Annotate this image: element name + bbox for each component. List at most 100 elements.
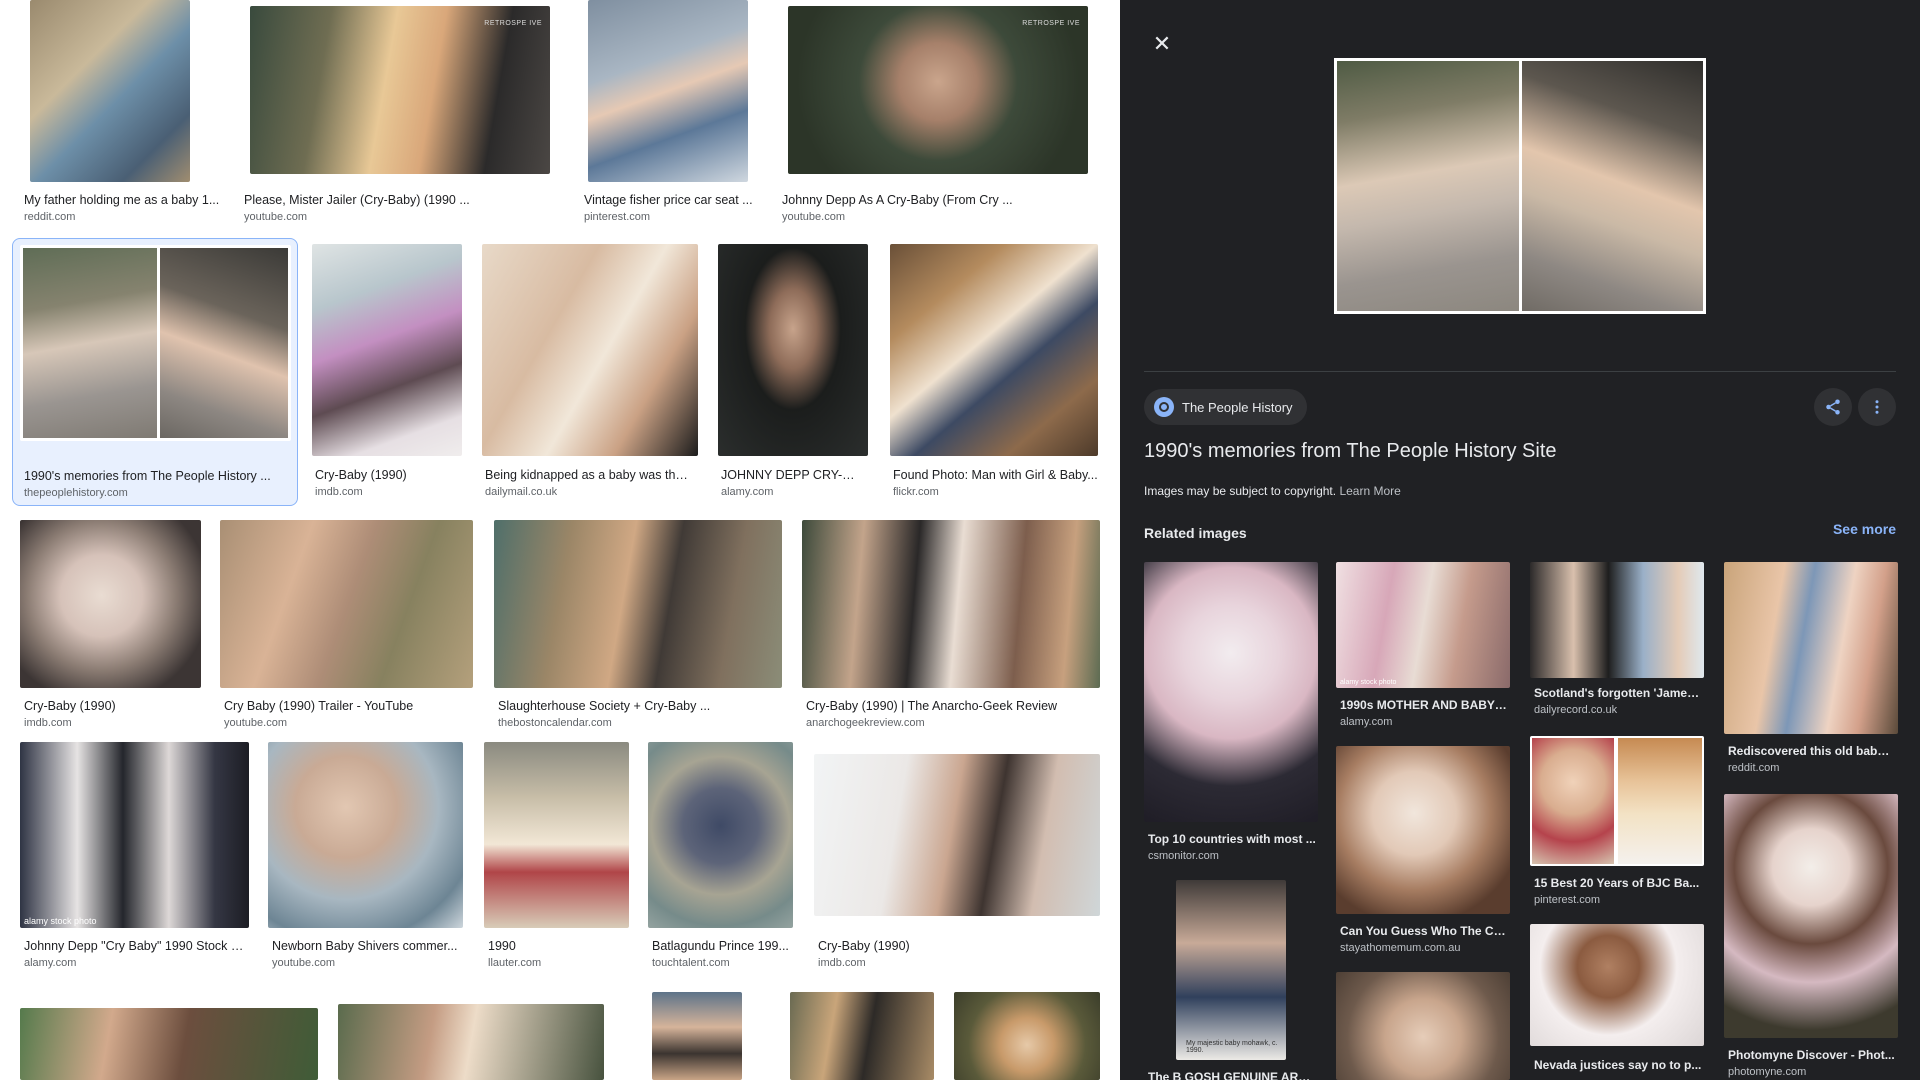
related-image[interactable]: My majestic baby mohawk, c. 1990. — [1176, 880, 1286, 1060]
related-image[interactable] — [1724, 794, 1898, 1038]
related-image[interactable] — [1530, 924, 1704, 1046]
result-card[interactable]: Vintage fisher price car seat ... pinter… — [578, 0, 758, 228]
result-caption[interactable]: Johnny Depp As A Cry-Baby (From Cry ... — [782, 192, 1082, 208]
related-caption[interactable]: Nevada justices say no to p... — [1534, 1058, 1702, 1072]
result-card[interactable]: Being kidnapped as a baby was the ... da… — [476, 238, 706, 506]
watermark: alamy stock photo — [1340, 679, 1397, 686]
related-image[interactable] — [1336, 746, 1510, 914]
result-caption[interactable]: Cry-Baby (1990) — [24, 698, 204, 714]
source-site-chip[interactable]: The People History — [1144, 389, 1307, 425]
result-thumbnail[interactable] — [482, 244, 698, 456]
result-caption[interactable]: 1990's memories from The People History … — [24, 468, 290, 484]
result-caption[interactable]: Please, Mister Jailer (Cry-Baby) (1990 .… — [244, 192, 544, 208]
source-site-name: The People History — [1182, 399, 1293, 415]
related-image-card[interactable]: alamy stock photo 1990s MOTHER AND BABY … — [1336, 562, 1510, 732]
related-image-card[interactable]: Rediscovered this old baby ... reddit.co… — [1724, 562, 1898, 782]
result-card[interactable]: Slaughterhouse Society + Cry-Baby ... th… — [488, 512, 788, 729]
result-card[interactable]: JOHNNY DEPP CRY-BA... alamy.com — [712, 238, 874, 506]
result-card[interactable]: RETROSPE IVE Please, Mister Jailer (Cry-… — [238, 0, 558, 228]
result-caption[interactable]: Cry Baby (1990) Trailer - YouTube — [224, 698, 474, 714]
result-thumbnail[interactable]: RETROSPE IVE — [250, 6, 550, 174]
result-caption[interactable]: Batlagundu Prince 199... — [652, 938, 794, 954]
related-image[interactable] — [1530, 736, 1704, 866]
result-caption[interactable]: Newborn Baby Shivers commer... — [272, 938, 468, 954]
learn-more-link[interactable]: Learn More — [1339, 484, 1400, 498]
related-caption[interactable]: 1990s MOTHER AND BABY ... — [1340, 698, 1508, 712]
result-card[interactable]: Cry-Baby (1990) imdb.com — [306, 238, 466, 506]
related-image[interactable] — [1144, 562, 1318, 822]
result-thumbnail[interactable] — [648, 742, 793, 928]
result-card[interactable]: Cry-Baby (1990) imdb.com — [14, 512, 208, 729]
related-image-card[interactable]: Can You Guess Who The Cel... stayathomem… — [1336, 746, 1510, 960]
related-caption[interactable]: Can You Guess Who The Cel... — [1340, 924, 1508, 938]
close-icon[interactable]: ✕ — [1150, 32, 1174, 56]
related-image[interactable]: alamy stock photo — [1336, 562, 1510, 688]
result-thumbnail[interactable] — [20, 520, 201, 688]
related-image[interactable] — [1530, 562, 1704, 678]
result-card[interactable]: RETROSPE IVE Johnny Depp As A Cry-Baby (… — [776, 0, 1102, 228]
result-thumbnail[interactable] — [338, 1004, 604, 1080]
result-card[interactable]: Batlagundu Prince 199... touchtalent.com — [642, 736, 800, 972]
see-more-link[interactable]: See more — [1833, 521, 1896, 537]
preview-image[interactable] — [1334, 58, 1706, 314]
result-thumbnail[interactable] — [268, 742, 463, 928]
related-image-card[interactable]: 15 Best 20 Years of BJC Ba... pinterest.… — [1530, 736, 1704, 908]
result-card[interactable]: Found Photo: Man with Girl & Baby... fli… — [884, 238, 1110, 506]
result-thumbnail[interactable] — [790, 992, 934, 1080]
image-title[interactable]: 1990's memories from The People History … — [1144, 440, 1557, 463]
result-thumbnail[interactable] — [890, 244, 1098, 456]
result-caption[interactable]: Cry-Baby (1990) | The Anarcho-Geek Revie… — [806, 698, 1102, 714]
related-caption[interactable]: Rediscovered this old baby ... — [1728, 744, 1896, 758]
result-thumbnail[interactable] — [494, 520, 782, 688]
result-thumbnail[interactable] — [20, 1008, 318, 1080]
result-thumbnail[interactable] — [312, 244, 462, 456]
result-caption[interactable]: Vintage fisher price car seat ... — [584, 192, 756, 208]
result-thumbnail[interactable] — [802, 520, 1100, 688]
result-caption[interactable]: Slaughterhouse Society + Cry-Baby ... — [498, 698, 782, 714]
result-thumbnail[interactable] — [220, 520, 473, 688]
result-card[interactable]: My father holding me as a baby 1... redd… — [18, 0, 220, 228]
result-thumbnail[interactable] — [484, 742, 629, 928]
related-image-card[interactable]: Photomyne Discover - Phot... photomyne.c… — [1724, 794, 1898, 1080]
result-caption[interactable]: Being kidnapped as a baby was the ... — [485, 467, 691, 483]
result-card[interactable]: Cry-Baby (1990) | The Anarcho-Geek Revie… — [796, 512, 1108, 729]
result-thumbnail[interactable] — [814, 754, 1100, 916]
related-caption[interactable]: 15 Best 20 Years of BJC Ba... — [1534, 876, 1702, 890]
result-caption[interactable]: Cry-Baby (1990) — [315, 467, 465, 483]
result-card[interactable]: Cry Baby (1990) Trailer - YouTube youtub… — [214, 512, 478, 729]
related-image[interactable] — [1336, 972, 1510, 1080]
related-image-card[interactable]: Scotland's forgotten 'James... dailyreco… — [1530, 562, 1704, 732]
related-image-card[interactable]: My majestic baby mohawk, c. 1990. The B … — [1144, 880, 1318, 1080]
result-thumbnail[interactable] — [718, 244, 868, 456]
result-caption[interactable]: My father holding me as a baby 1... — [24, 192, 220, 208]
result-card[interactable]: 1990 llauter.com — [478, 736, 634, 972]
related-caption[interactable]: The B GOSH GENUINE ARTI... — [1148, 1070, 1316, 1080]
result-thumbnail[interactable] — [588, 0, 748, 182]
result-card[interactable]: Cry-Baby (1990) imdb.com — [808, 736, 1108, 972]
related-image-card[interactable]: Top 10 countries with most ... csmonitor… — [1144, 562, 1318, 862]
related-image[interactable] — [1724, 562, 1898, 734]
result-card-selected[interactable]: 1990's memories from The People History … — [12, 238, 298, 506]
result-card[interactable]: Newborn Baby Shivers commer... youtube.c… — [262, 736, 470, 972]
result-thumbnail[interactable] — [30, 0, 190, 182]
globe-icon — [1154, 397, 1174, 417]
more-options-button[interactable] — [1858, 388, 1896, 426]
result-thumbnail[interactable] — [954, 992, 1100, 1080]
related-caption[interactable]: Top 10 countries with most ... — [1148, 832, 1316, 846]
related-caption[interactable]: Scotland's forgotten 'James... — [1534, 686, 1702, 700]
result-thumbnail[interactable] — [652, 992, 742, 1080]
result-thumbnail[interactable]: alamy stock photo — [20, 742, 249, 928]
related-image-card[interactable] — [1336, 972, 1510, 1080]
result-card[interactable]: alamy stock photo Johnny Depp "Cry Baby"… — [14, 736, 250, 972]
result-caption[interactable]: 1990 — [488, 938, 628, 954]
related-caption[interactable]: Photomyne Discover - Phot... — [1728, 1048, 1896, 1062]
related-image-card[interactable]: Nevada justices say no to p... — [1530, 924, 1704, 1080]
result-thumbnail[interactable]: RETROSPE IVE — [788, 6, 1088, 174]
related-source: alamy.com — [1340, 716, 1393, 728]
result-thumbnail[interactable] — [20, 245, 291, 441]
share-button[interactable] — [1814, 388, 1852, 426]
result-caption[interactable]: Found Photo: Man with Girl & Baby... — [893, 467, 1099, 483]
result-caption[interactable]: Johnny Depp "Cry Baby" 1990 Stock P... — [24, 938, 246, 954]
result-caption[interactable]: Cry-Baby (1990) — [818, 938, 1104, 954]
result-caption[interactable]: JOHNNY DEPP CRY-BA... — [721, 467, 861, 483]
